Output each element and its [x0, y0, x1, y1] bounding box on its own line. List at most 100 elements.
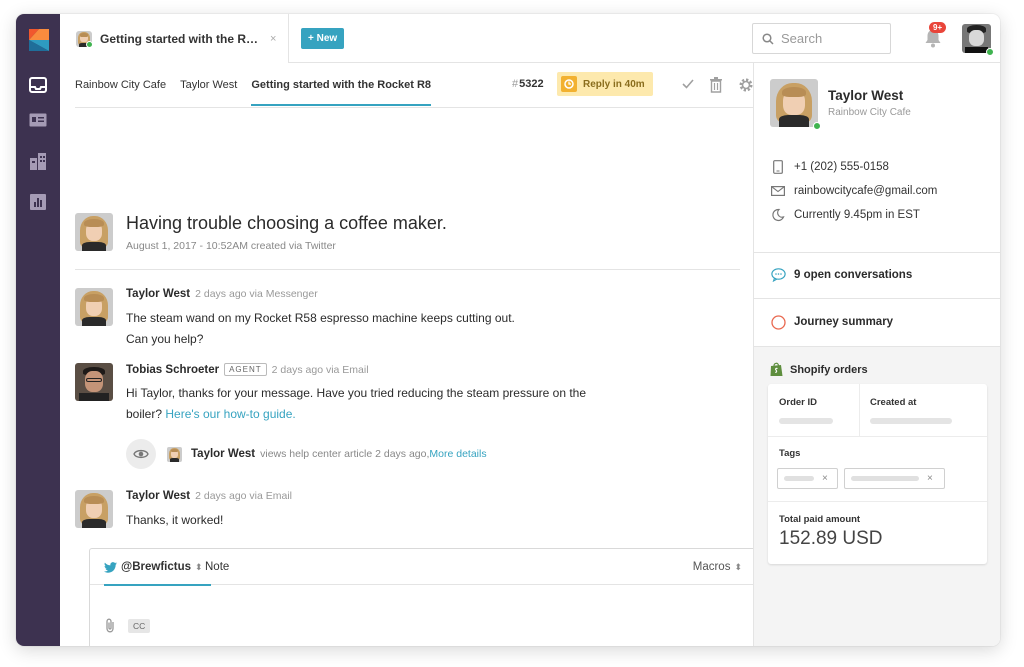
search-box[interactable]	[752, 23, 891, 54]
customer-avatar	[75, 490, 113, 528]
breadcrumb: Rainbow City Cafe Taylor West Getting st…	[75, 63, 445, 107]
card-divider	[768, 436, 987, 437]
subject-title: Having trouble choosing a coffee maker.	[126, 213, 447, 233]
message-item: Taylor West 2 days ago via Email Thanks, …	[75, 490, 740, 528]
companies-icon[interactable]	[28, 152, 48, 170]
notification-count-badge: 9+	[929, 22, 947, 33]
customer-sidebar: Taylor West Rainbow City Cafe +1 (202) 5…	[753, 63, 1000, 646]
event-actor: Taylor West	[191, 448, 256, 460]
journey-circle-icon	[770, 314, 786, 330]
tag-remove-icon[interactable]: ×	[822, 473, 828, 484]
message-sender: Tobias Schroeter AGENT 2 days ago via Emai…	[126, 363, 369, 376]
trash-icon[interactable]	[709, 77, 725, 93]
app-window: Getting started with the R… × + New 9+ R…	[16, 14, 1000, 646]
message-body: Hi Taylor, thanks for your message. Have…	[126, 386, 587, 421]
shopify-order-card: Order ID Created at Tags × × Total paid …	[768, 384, 987, 564]
shopify-title: Shopify orders	[770, 362, 868, 377]
conversation-subject: Having trouble choosing a coffee maker. …	[75, 213, 740, 252]
agent-badge: AGENT	[224, 363, 267, 376]
card-divider	[768, 501, 987, 502]
composer-tabs: @Brewfictus ⬍ Note Macros ⬍	[90, 549, 756, 586]
open-conversations-link[interactable]: 9 open conversations	[770, 267, 912, 283]
eye-icon	[126, 439, 156, 469]
created-at-placeholder	[870, 418, 952, 424]
customer-avatar	[75, 213, 113, 251]
twitter-channel-tab[interactable]: @Brewfictus ⬍	[104, 549, 211, 586]
subject-divider	[75, 269, 740, 270]
message-meta: 2 days ago via Email	[271, 364, 369, 376]
activity-event: Taylor West views help center article 2 …	[126, 439, 487, 469]
tab-title: Getting started with the R…	[100, 31, 259, 46]
ticket-number: #5322	[512, 78, 544, 90]
contact-email[interactable]: rainbowcitycafe@gmail.com	[770, 184, 937, 198]
user-online-indicator	[986, 48, 994, 56]
customers-icon[interactable]	[28, 111, 48, 129]
kustomer-logo[interactable]	[29, 29, 49, 51]
tag-remove-icon[interactable]: ×	[927, 473, 933, 484]
message-item: Tobias Schroeter AGENT 2 days ago via Emai…	[75, 363, 740, 421]
conversation-pane: Rainbow City Cafe Taylor West Getting st…	[60, 63, 757, 646]
card-column-divider	[859, 384, 860, 436]
tags-label: Tags	[779, 448, 801, 459]
reports-icon[interactable]	[28, 193, 48, 211]
event-text: views help center article 2 days ago,	[260, 448, 430, 460]
chat-bubble-icon	[770, 267, 786, 283]
contact-phone[interactable]: +1 (202) 555-0158	[770, 160, 889, 174]
message-sender: Taylor West 2 days ago via Messenger	[126, 288, 318, 300]
done-check-icon[interactable]	[681, 77, 697, 93]
sidebar-divider	[754, 346, 1000, 347]
note-tab[interactable]: Note	[205, 549, 229, 585]
channel-chevron-icon: ⬍	[195, 561, 203, 572]
tab-avatar	[76, 30, 93, 48]
message-sender: Taylor West 2 days ago via Email	[126, 490, 293, 502]
contact-local-time: Currently 9.45pm in EST	[770, 208, 920, 222]
total-paid-amount: 152.89 USD	[779, 528, 883, 549]
customer-avatar	[75, 288, 113, 326]
more-details-link[interactable]: More details	[429, 448, 486, 460]
shopify-section: Shopify orders Order ID Created at Tags …	[754, 346, 1000, 646]
attachment-icon[interactable]	[104, 618, 116, 636]
message-item: Taylor West 2 days ago via Messenger The …	[75, 288, 740, 346]
macros-chevron-icon: ⬍	[734, 561, 742, 572]
breadcrumb-customer[interactable]: Taylor West	[180, 79, 237, 91]
reply-composer[interactable]: @Brewfictus ⬍ Note Macros ⬍ CC	[89, 548, 757, 646]
conversation-tab[interactable]: Getting started with the R… ×	[60, 14, 289, 63]
order-id-column: Order ID	[779, 397, 849, 449]
subject-meta: August 1, 2017 - 10:52AM created via Twi…	[126, 240, 336, 252]
contact-name[interactable]: Taylor West	[828, 88, 903, 103]
sidebar-divider	[754, 252, 1000, 253]
order-id-label: Order ID	[779, 397, 818, 408]
online-indicator	[86, 40, 93, 48]
agent-avatar	[75, 363, 113, 401]
tag-chip[interactable]: ×	[777, 468, 838, 489]
macros-dropdown[interactable]: Macros ⬍	[693, 549, 742, 585]
breadcrumb-company[interactable]: Rainbow City Cafe	[75, 79, 166, 91]
inbox-icon[interactable]	[28, 76, 48, 94]
search-input[interactable]	[781, 31, 881, 46]
tab-close-icon[interactable]: ×	[270, 33, 276, 45]
total-paid-label: Total paid amount	[779, 514, 861, 525]
clock-icon	[561, 76, 577, 92]
sla-reply-badge[interactable]: Reply in 40m	[557, 72, 653, 96]
left-nav	[16, 14, 60, 646]
sidebar-divider	[754, 298, 1000, 299]
breadcrumb-conversation[interactable]: Getting started with the Rocket R8	[251, 79, 431, 106]
event-avatar	[167, 446, 182, 462]
shopify-bag-icon	[770, 362, 783, 376]
message-body: Thanks, it worked!	[126, 513, 224, 527]
contact-company[interactable]: Rainbow City Cafe	[828, 107, 911, 118]
message-meta: 2 days ago via Email	[195, 490, 293, 502]
search-icon	[762, 32, 774, 45]
contact-avatar	[770, 79, 818, 127]
journey-summary-link[interactable]: Journey summary	[770, 314, 893, 330]
cc-button[interactable]: CC	[128, 619, 151, 633]
phone-icon	[770, 160, 786, 174]
contact-online-indicator	[813, 122, 821, 130]
how-to-guide-link[interactable]: Here's our how-to guide.	[165, 407, 295, 421]
sla-reply-label: Reply in 40m	[583, 78, 645, 90]
email-icon	[770, 184, 786, 198]
new-button[interactable]: + New	[301, 28, 345, 49]
tag-chip[interactable]: ×	[844, 468, 945, 489]
settings-gear-icon[interactable]	[738, 77, 754, 93]
top-bar: Getting started with the R… × + New 9+	[60, 14, 1000, 63]
